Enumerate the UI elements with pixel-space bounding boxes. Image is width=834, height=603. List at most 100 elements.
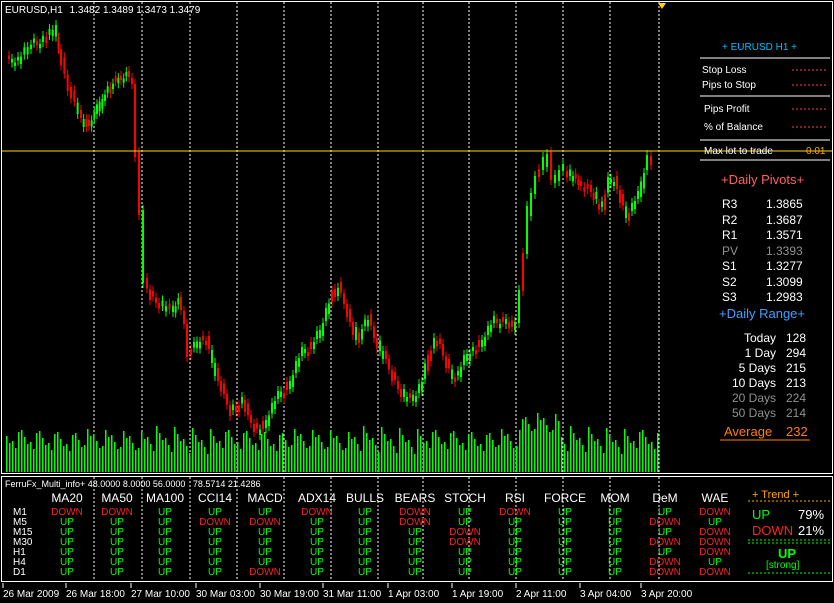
volume-bar <box>291 445 293 472</box>
volume-bar <box>231 437 233 472</box>
volume-bar <box>18 432 20 472</box>
volume-bar <box>186 446 188 472</box>
panel-title: + EURUSD H1 + <box>722 42 798 53</box>
candle-body <box>385 351 387 359</box>
candle-body <box>538 169 540 177</box>
volume-bar <box>156 426 158 472</box>
trend-down-pct: 21% <box>798 523 825 538</box>
candle-body <box>577 179 580 185</box>
volume-bar <box>567 451 569 472</box>
candle-body <box>98 101 101 112</box>
time-label-10: 3 Apr 20:00 <box>641 589 693 600</box>
candle-body <box>128 71 130 77</box>
candle-body <box>328 303 330 314</box>
candle-body <box>138 152 140 215</box>
indicator-cell: UP <box>158 567 172 578</box>
volume-bar <box>555 414 557 472</box>
candle-body <box>558 170 560 181</box>
candle-body <box>546 154 548 167</box>
candle-body <box>391 370 393 381</box>
candle-body <box>283 393 285 399</box>
shift-marker-icon[interactable] <box>658 3 666 9</box>
candle-body <box>394 372 396 380</box>
volume-bar <box>477 446 479 472</box>
max-lot-label: Max lot to trade <box>704 146 773 157</box>
volume-bar <box>210 429 212 472</box>
candle-body <box>66 74 69 91</box>
volume-bar <box>399 428 401 472</box>
volume-bar <box>540 420 542 472</box>
time-label-4: 30 Mar 19:00 <box>260 589 319 600</box>
volume-bar <box>573 433 575 472</box>
candle-body <box>313 342 315 349</box>
candle-body <box>114 76 117 82</box>
volume-bar <box>132 443 134 472</box>
candle-body <box>247 403 249 415</box>
volume-bar <box>330 431 332 472</box>
candle-body <box>298 358 300 367</box>
range-name-0: Today <box>743 331 776 345</box>
volume-bar <box>150 444 152 472</box>
candle-body <box>493 316 495 323</box>
volume-bar <box>396 453 398 472</box>
pivot-name-s1: S1 <box>722 259 737 273</box>
candle-body <box>202 336 204 340</box>
volume-bar <box>390 439 392 472</box>
range-name-1: 1 Day <box>744 346 776 360</box>
candle-body <box>530 193 532 216</box>
volume-bar <box>33 449 35 472</box>
time-label-9: 3 Apr 04:00 <box>580 589 632 600</box>
volume-bar <box>510 441 512 472</box>
volume-bar <box>588 427 590 472</box>
chart-title: EURUSD,H1 1.3482 1.3489 1.3473 1.3479 <box>5 5 200 16</box>
candle-body <box>55 25 57 37</box>
candle-body <box>526 206 528 254</box>
volume-bar <box>306 448 308 472</box>
candle-body <box>268 415 270 426</box>
trend-strength: [strong] <box>766 560 800 571</box>
volume-bar <box>357 444 359 472</box>
volume-bar <box>420 436 422 472</box>
symbol-label: EURUSD,H1 <box>5 5 63 16</box>
indicator-values: 78.5714 21.4286 <box>192 479 261 489</box>
candle-body <box>534 176 536 194</box>
volume-bar <box>609 435 611 472</box>
candle-body <box>325 308 327 321</box>
volume-bar <box>120 447 122 472</box>
indicator-header-cci14: CCI14 <box>197 491 232 505</box>
volume-bar <box>333 438 335 472</box>
volume-bar <box>318 435 320 472</box>
candle-body <box>640 181 642 197</box>
volume-bar <box>177 434 179 472</box>
volume-bar <box>486 435 488 472</box>
volume-bar <box>54 434 56 472</box>
candle-body <box>397 381 399 389</box>
candle-body <box>265 420 267 428</box>
indicator-title: FerruFx_Multi_info+ 48.0000 8.0000 56.00… <box>5 479 260 489</box>
volume-bar <box>174 427 176 472</box>
volume-bar <box>246 431 248 472</box>
candle-body <box>319 330 321 338</box>
volume-bar <box>387 441 389 472</box>
candle-body <box>196 341 198 348</box>
indicator-name: FerruFx_Multi_info+ 48.0000 8.0000 56.00… <box>5 479 186 489</box>
volume-bar <box>309 446 311 472</box>
volume-bar <box>45 445 47 472</box>
candle-body <box>370 314 372 326</box>
candle-body <box>85 119 88 127</box>
candle-body <box>499 324 501 328</box>
pivot-name-pv: PV <box>722 243 739 258</box>
volume-bar <box>48 443 50 472</box>
candle-body <box>152 291 154 297</box>
pivot-value-s2: 1.3099 <box>766 274 803 289</box>
candle-body <box>280 391 282 397</box>
volume-bar <box>645 437 647 472</box>
candle-body <box>235 406 237 412</box>
candle-body <box>460 367 462 377</box>
candle-body <box>373 326 375 338</box>
volume-bar <box>6 436 8 472</box>
candle-body <box>469 354 471 361</box>
volume-bar <box>180 441 182 472</box>
volume-bar <box>225 432 227 472</box>
range-name-3: 10 Days <box>731 376 776 390</box>
